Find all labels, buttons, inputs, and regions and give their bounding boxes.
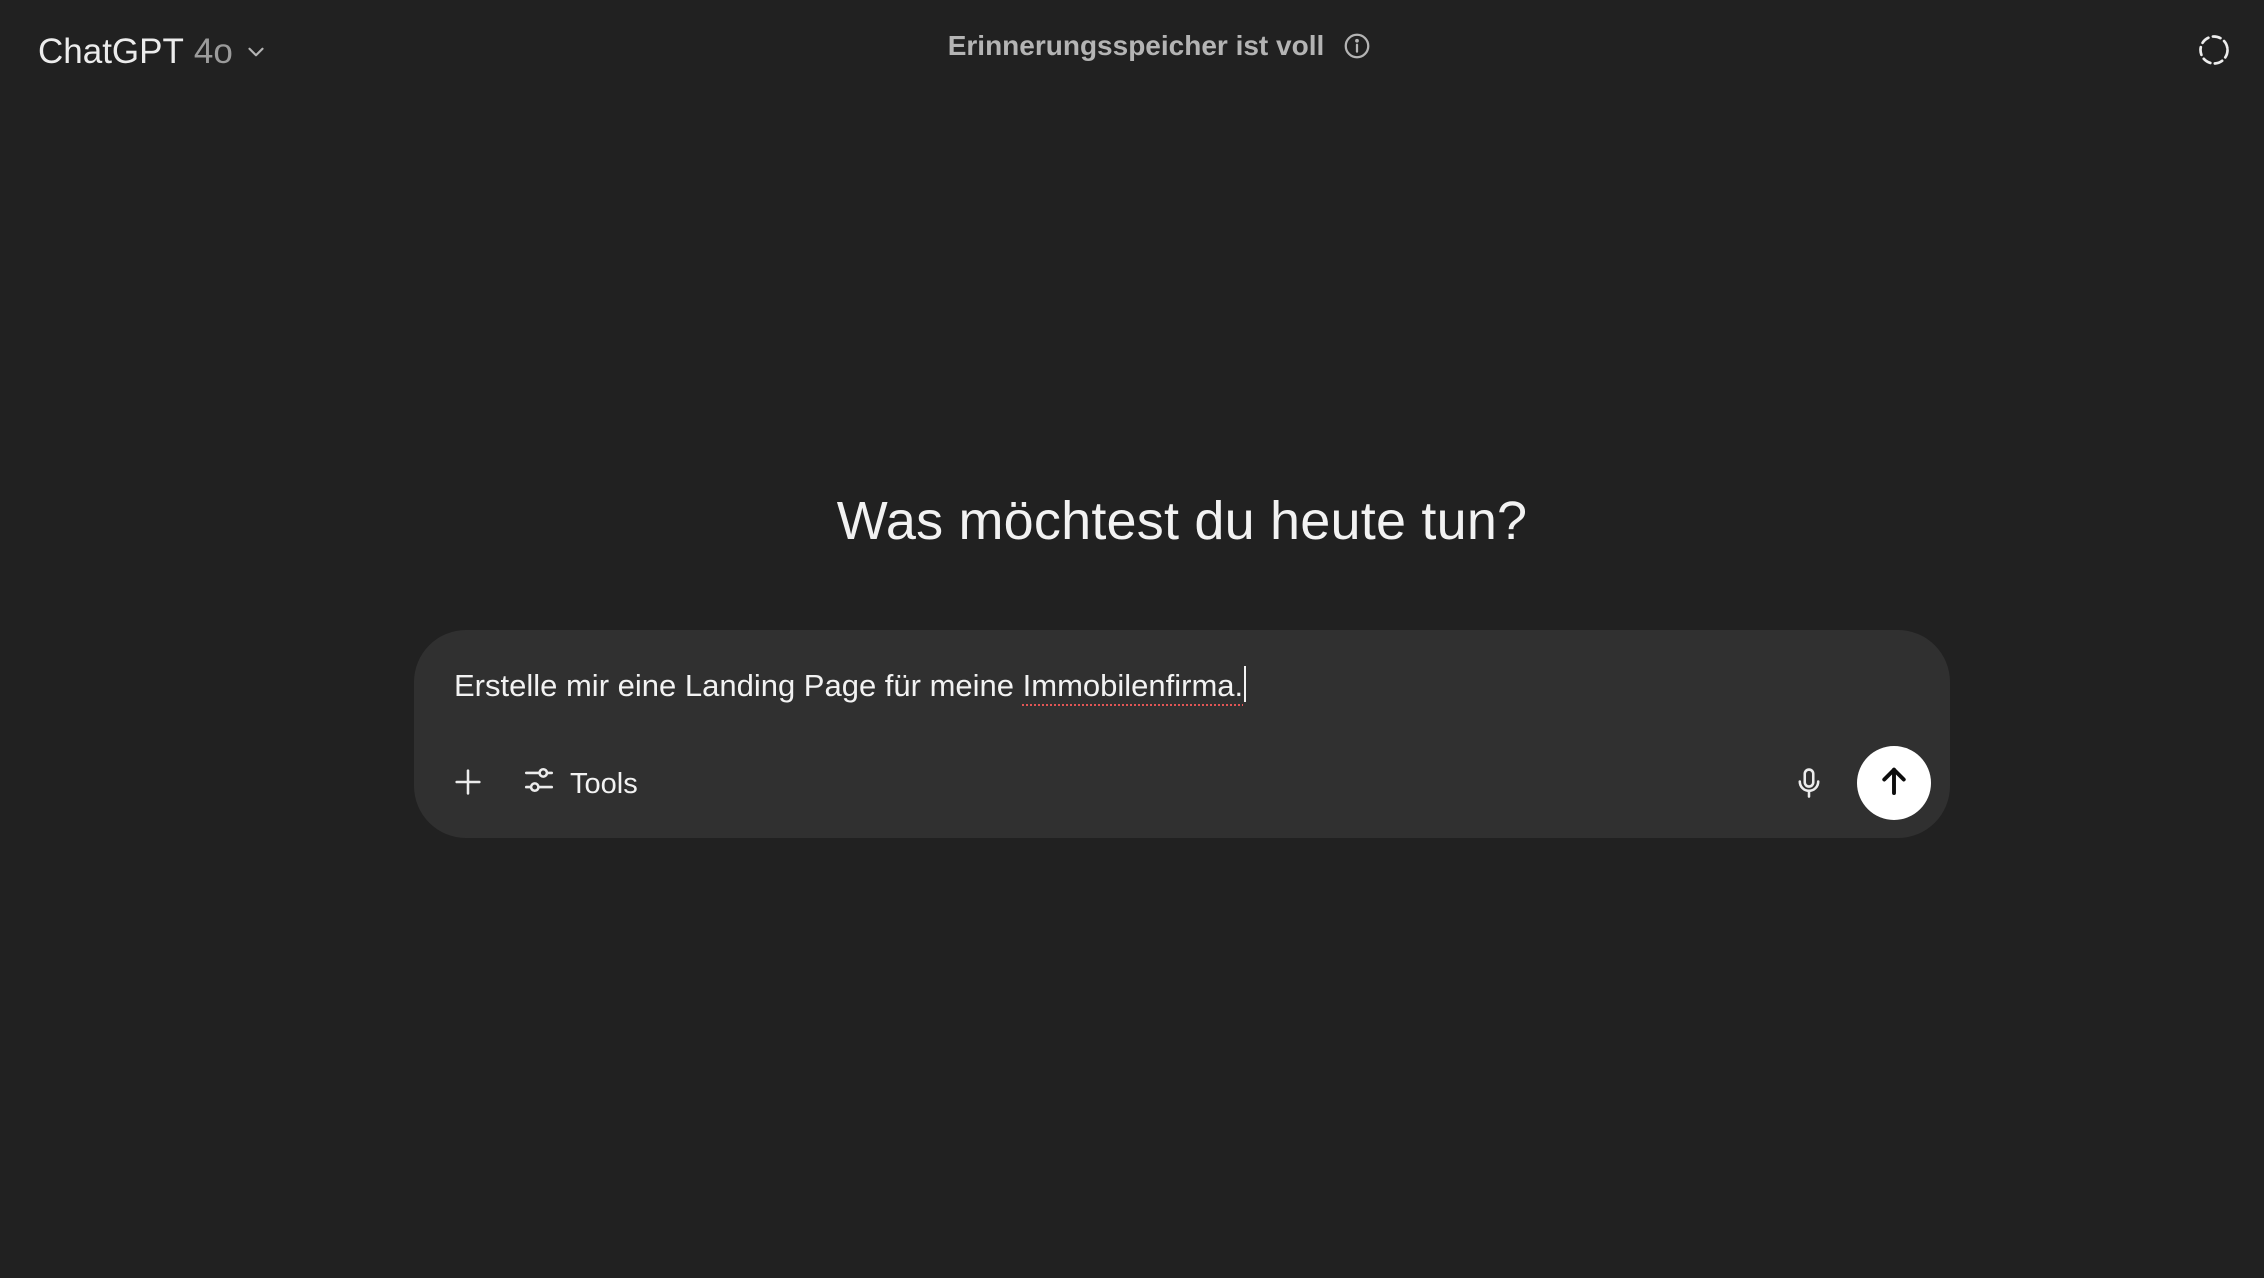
send-button[interactable]	[1857, 746, 1931, 820]
dictate-button[interactable]	[1784, 760, 1834, 810]
temporary-chat-button[interactable]	[2194, 32, 2234, 72]
top-bar: ChatGPT 4o Erinnerungsspeicher ist voll	[0, 0, 2264, 104]
prompt-text: Erstelle mir eine Landing Page für meine	[454, 668, 1023, 703]
tools-button[interactable]: Tools	[522, 758, 638, 810]
tools-label: Tools	[570, 767, 638, 800]
text-caret	[1244, 666, 1247, 702]
plus-icon	[451, 765, 485, 804]
memory-notice-text: Erinnerungsspeicher ist voll	[947, 30, 1325, 61]
prompt-misspelled-word: Immobilenfirma.	[1022, 668, 1244, 703]
temporary-chat-icon	[2196, 32, 2232, 73]
info-icon[interactable]	[1342, 31, 1372, 61]
add-attachment-button[interactable]	[444, 760, 492, 808]
chat-composer: Erstelle mir eine Landing Page für meine…	[414, 630, 1950, 838]
arrow-up-icon	[1876, 763, 1912, 804]
memory-full-notice[interactable]: Erinnerungsspeicher ist voll	[0, 30, 2264, 62]
prompt-input[interactable]: Erstelle mir eine Landing Page für meine…	[454, 666, 1247, 704]
page-headline: Was möchtest du heute tun?	[0, 490, 2264, 552]
microphone-icon	[1792, 766, 1826, 805]
sliders-icon	[522, 763, 556, 805]
headline-text: Was möchtest du heute tun?	[836, 491, 1528, 551]
